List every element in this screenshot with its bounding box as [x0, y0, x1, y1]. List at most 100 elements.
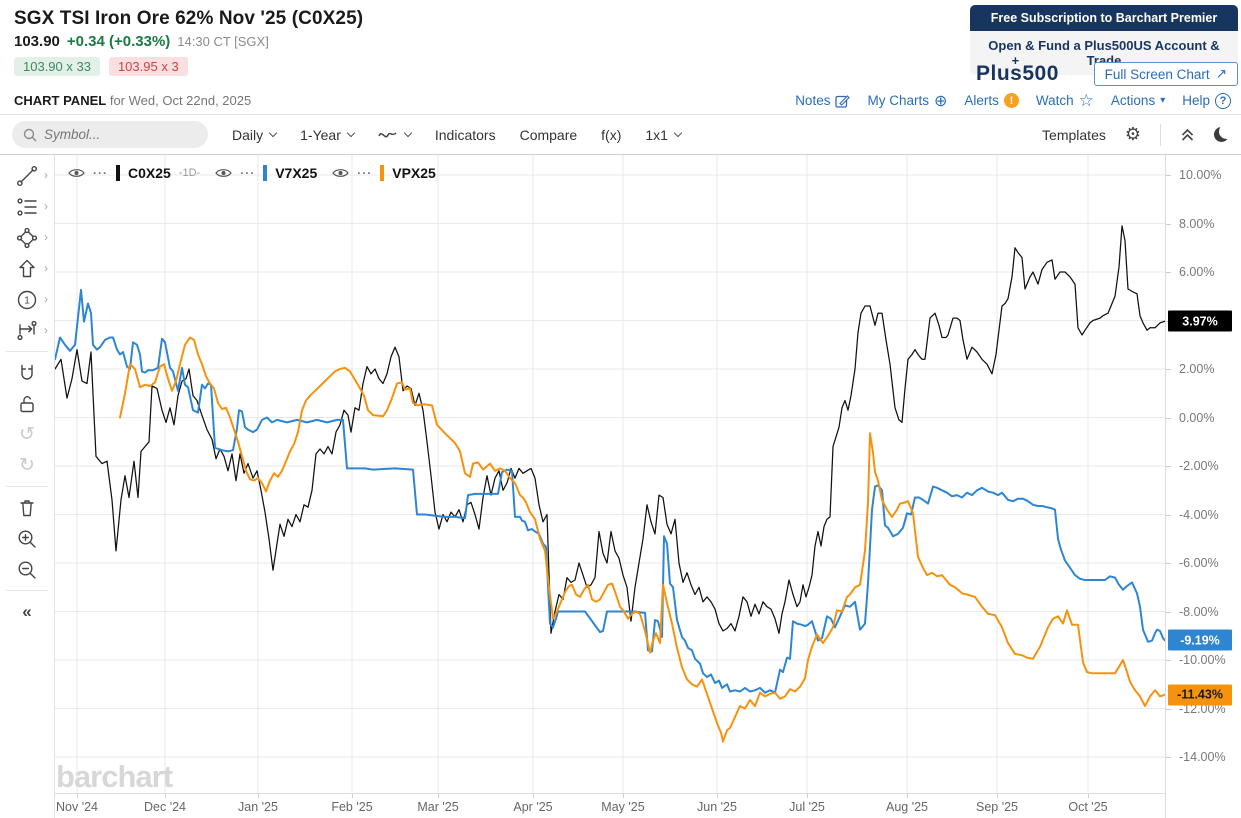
plus500-logo-number: 500 — [1022, 62, 1059, 85]
y-axis-tick — [1166, 175, 1171, 176]
indicators-button[interactable]: Indicators — [435, 127, 496, 143]
actions-label: Actions — [1110, 93, 1156, 108]
expressions-fx-button[interactable]: f(x) — [601, 127, 621, 143]
tool-expand-chevron: › — [44, 261, 48, 275]
symbol-search-input[interactable] — [44, 127, 194, 142]
plus500-logo-text: Plu — [976, 62, 1011, 85]
collapse-left-icon: « — [22, 601, 32, 621]
collapse-rail-button[interactable]: « — [3, 596, 51, 627]
fullscreen-arrow-icon: ↗ — [1215, 66, 1227, 81]
y-axis-tick — [1166, 563, 1171, 564]
last-value-badge-C0X25: 3.97% — [1168, 310, 1232, 332]
chart-canvas[interactable] — [55, 155, 1165, 793]
templates-button[interactable]: Templates — [1042, 127, 1106, 143]
alerts-link[interactable]: Alerts ! — [964, 93, 1019, 108]
legend-menu-dots[interactable]: ··· — [93, 166, 108, 180]
line-chart-type-icon — [378, 131, 397, 137]
y-axis[interactable]: 10.00%8.00%6.00%4.00%2.00%0.00%-2.00%-4.… — [1165, 155, 1241, 818]
x-axis-label: May '25 — [601, 800, 645, 814]
y-axis-label: 2.00% — [1179, 362, 1215, 376]
notes-link[interactable]: Notes — [795, 93, 851, 108]
plus500-logo-s: s + — [1010, 53, 1023, 85]
undo-button[interactable]: ↺ — [3, 419, 51, 450]
frequency-dropdown[interactable]: Daily — [232, 127, 278, 143]
grid-layout-dropdown[interactable]: 1x1 — [645, 126, 683, 143]
my-charts-label: My Charts — [867, 93, 929, 108]
x-axis[interactable]: Nov '24 Dec '24 Jan '25 Feb '25 Mar '25 Apr '… — [55, 793, 1165, 818]
redo-button[interactable]: ↻ — [3, 450, 51, 481]
zoom-out-tool[interactable] — [3, 554, 51, 585]
watch-link[interactable]: Watch ☆ — [1036, 91, 1094, 111]
fibonacci-icon — [17, 197, 37, 216]
range-dropdown[interactable]: 1-Year — [300, 127, 356, 143]
y-axis-label: -14.00% — [1179, 750, 1226, 764]
dark-mode-moon-icon[interactable] — [1214, 127, 1229, 142]
chart-panel-bar: CHART PANEL for Wed, Oct 22nd, 2025 Note… — [0, 89, 1241, 115]
x-axis-label: Nov '24 — [56, 800, 98, 814]
panel-date-subtitle: for Wed, Oct 22nd, 2025 — [109, 93, 252, 108]
x-axis-tick — [258, 794, 259, 798]
y-axis-label: 8.00% — [1179, 216, 1215, 231]
series-line-C0X25 — [55, 225, 1165, 634]
legend-symbol: C0X25 — [128, 165, 171, 181]
chevron-down-icon — [346, 128, 356, 138]
y-axis-tick — [1166, 660, 1171, 661]
measure-tool[interactable]: › — [3, 315, 51, 346]
eye-visibility-icon[interactable] — [68, 167, 85, 179]
chart-plot-area[interactable]: ··· C0X25 -1D- ··· V7X25 ··· VPX25 barch… — [55, 155, 1165, 794]
fibonacci-tool[interactable]: › — [3, 191, 51, 222]
plus500-logo[interactable]: Plus +500 — [970, 53, 1059, 86]
trash-icon — [20, 499, 34, 516]
eye-visibility-icon[interactable] — [332, 167, 349, 179]
measure-icon — [17, 320, 37, 340]
y-axis-label: -10.00% — [1179, 653, 1226, 667]
gear-settings-icon[interactable]: ⚙ — [1125, 124, 1141, 145]
my-charts-link[interactable]: My Charts ⊕ — [867, 91, 947, 111]
premier-subscription-button[interactable]: Free Subscription to Barchart Premier — [970, 5, 1238, 31]
y-axis-tick — [1166, 514, 1171, 516]
eye-visibility-icon[interactable] — [215, 167, 232, 179]
search-icon — [23, 128, 37, 141]
chevron-down-icon — [403, 128, 413, 138]
y-axis-tick — [1166, 223, 1171, 225]
y-axis-label: 0.00% — [1179, 410, 1215, 425]
star-icon: ☆ — [1078, 90, 1094, 110]
delete-drawings-tool[interactable] — [3, 492, 51, 523]
symbol-search-box[interactable] — [12, 121, 208, 148]
actions-dropdown[interactable]: Actions ▾ — [1111, 93, 1165, 108]
x-axis-label: Oct '25 — [1068, 800, 1108, 814]
help-label: Help — [1182, 93, 1210, 108]
zoom-in-tool[interactable] — [3, 523, 51, 554]
lock-drawings-tool[interactable] — [3, 388, 51, 419]
last-value-badge-V7X25: -9.19% — [1168, 629, 1232, 651]
full-screen-chart-label: Full Screen Chart — [1104, 66, 1210, 82]
legend-color-bar — [116, 165, 120, 181]
help-question-icon: ? — [1215, 92, 1231, 109]
y-axis-label: 6.00% — [1179, 265, 1215, 279]
rail-divider — [6, 351, 48, 352]
alert-exclamation-icon: ! — [1003, 93, 1019, 108]
price-change: +0.34 (+0.33%) — [66, 33, 171, 50]
shapes-tool[interactable]: › — [3, 222, 51, 253]
last-price: 103.90 — [14, 33, 60, 50]
magnet-mode-tool[interactable] — [3, 357, 51, 388]
compare-button[interactable]: Compare — [520, 127, 578, 143]
legend-symbol: VPX25 — [392, 165, 436, 181]
plus-circle-icon: ⊕ — [933, 92, 948, 110]
series-line-V7X25 — [55, 288, 1165, 694]
full-screen-chart-button[interactable]: Full Screen Chart ↗ — [1093, 62, 1238, 86]
chevron-down-icon — [673, 128, 683, 138]
legend-menu-dots[interactable]: ··· — [240, 166, 255, 180]
circled-one-icon: 1 — [17, 290, 37, 309]
x-axis-tick — [352, 794, 353, 798]
legend-menu-dots[interactable]: ··· — [357, 166, 372, 180]
numbered-annotation-tool[interactable]: 1 › — [3, 284, 51, 315]
arrow-annotation-tool[interactable]: › — [3, 253, 51, 284]
grid-layout-label: 1x1 — [645, 126, 668, 143]
trend-line-tool[interactable]: › — [3, 160, 51, 191]
help-link[interactable]: Help ? — [1182, 92, 1231, 109]
magnet-icon — [21, 364, 33, 380]
collapse-toolbar-icon[interactable] — [1180, 127, 1195, 142]
chart-type-dropdown[interactable] — [378, 128, 413, 142]
x-axis-tick — [907, 794, 908, 798]
